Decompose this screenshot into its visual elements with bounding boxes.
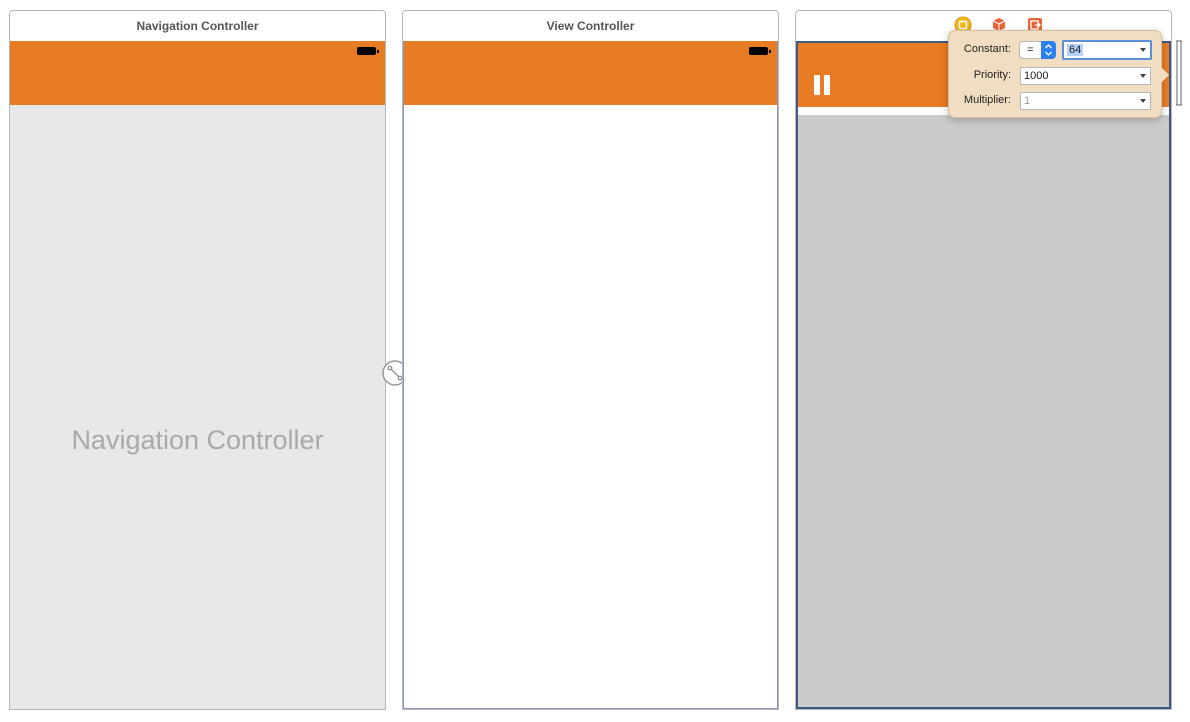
multiplier-label: Multiplier:	[963, 94, 1011, 106]
constant-value: 64	[1067, 44, 1084, 56]
relation-value: =	[1027, 44, 1034, 56]
view-controller-scene[interactable]: View Controller	[402, 10, 779, 710]
chevron-down-icon[interactable]	[1140, 48, 1146, 52]
navigation-controller-content: Navigation Controller	[10, 105, 385, 709]
scene-title: View Controller	[403, 11, 778, 42]
constant-label: Constant:	[963, 43, 1011, 55]
priority-field[interactable]: 1000	[1020, 67, 1151, 85]
navigation-bar[interactable]	[404, 41, 777, 105]
content-view[interactable]	[798, 115, 1169, 707]
navigation-controller-scene[interactable]: Navigation Controller Navigation Control…	[9, 10, 386, 710]
priority-row: Priority: 1000	[949, 66, 1161, 86]
multiplier-field: 1	[1020, 92, 1151, 110]
constraint-indicator[interactable]	[1174, 40, 1184, 106]
scene-title: Navigation Controller	[10, 11, 385, 42]
pause-icon[interactable]	[814, 75, 832, 95]
navigation-controller-screen[interactable]: Navigation Controller	[10, 41, 385, 709]
popover-arrow	[1161, 67, 1169, 83]
selected-scene-screen[interactable]	[796, 41, 1171, 709]
battery-icon	[749, 47, 771, 56]
scene-placeholder-label: Navigation Controller	[71, 425, 324, 455]
constraint-popover[interactable]: Constant: = 64 Priority: 1000 Multiplier…	[948, 30, 1169, 118]
view-controller-content[interactable]	[404, 105, 777, 708]
relation-popup[interactable]: =	[1019, 41, 1056, 59]
constant-row: Constant: = 64	[949, 40, 1161, 60]
relation-stepper[interactable]	[1041, 41, 1056, 59]
chevron-down-icon[interactable]	[1140, 74, 1146, 78]
view-controller-screen[interactable]	[403, 41, 778, 709]
priority-label: Priority:	[973, 69, 1011, 81]
priority-value: 1000	[1024, 70, 1049, 82]
multiplier-value: 1	[1024, 95, 1031, 107]
constant-field[interactable]: 64	[1062, 40, 1152, 60]
chevron-down-icon	[1140, 99, 1146, 103]
multiplier-row: Multiplier: 1	[949, 91, 1161, 111]
battery-icon	[357, 47, 379, 56]
navigation-bar[interactable]	[10, 41, 385, 105]
